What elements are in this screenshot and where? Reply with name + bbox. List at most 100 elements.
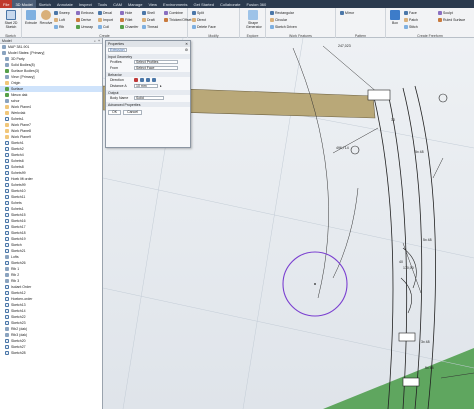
- dimension-label[interactable]: 5x 48: [423, 238, 432, 242]
- model-tree: MAP 381-901 Model States: [Primary] 3D Par…: [0, 44, 102, 356]
- direction-default-icon[interactable]: [134, 78, 138, 82]
- tree-item-icon: [5, 321, 9, 325]
- patch-button[interactable]: Patch: [404, 18, 418, 22]
- hole-icon: [120, 11, 124, 15]
- tree-item-icon: [5, 225, 9, 229]
- tree-item-icon: [5, 273, 9, 277]
- menu-tab-view[interactable]: View: [145, 2, 160, 7]
- direction-asymmetric-icon[interactable]: [152, 78, 156, 82]
- stitch-button[interactable]: Stitch: [404, 25, 418, 29]
- revolve-icon: [41, 10, 51, 20]
- menu-tab-manage[interactable]: Manage: [125, 2, 145, 7]
- draft-button[interactable]: Draft: [142, 18, 155, 22]
- face-button[interactable]: Face: [404, 11, 417, 15]
- tree-item-icon: [5, 153, 9, 157]
- circular-button[interactable]: Circular: [270, 18, 287, 22]
- import-button[interactable]: Import: [98, 18, 113, 22]
- coil-button[interactable]: Coil: [98, 25, 109, 29]
- from-select[interactable]: Select Face: [134, 66, 178, 70]
- search-icon[interactable]: ⌕: [94, 39, 96, 43]
- dimension-label[interactable]: 40: [399, 260, 403, 264]
- unwrap-icon: [76, 25, 80, 29]
- combine-icon: [164, 11, 168, 15]
- revolve-button[interactable]: Revolve: [39, 10, 53, 25]
- chamfer-button[interactable]: Chamfer: [120, 25, 138, 29]
- cancel-button[interactable]: Cancel: [123, 109, 142, 115]
- box-button[interactable]: Box: [388, 10, 402, 25]
- tree-item-icon: [5, 291, 9, 295]
- ribbon-group-sketch: Start 2D Sketch Sketch: [0, 8, 22, 38]
- menu-tab-environments[interactable]: Environments: [160, 2, 190, 7]
- tree-item-icon: [5, 285, 9, 289]
- tree-item-icon: [5, 219, 9, 223]
- sketch-driven-button[interactable]: Sketch Driven: [270, 25, 297, 29]
- dimension-label[interactable]: 3x 48: [421, 340, 430, 344]
- thread-button[interactable]: Thread: [142, 25, 158, 29]
- sweep-icon: [54, 11, 58, 15]
- shell-button[interactable]: Shell: [142, 11, 155, 15]
- ribbon-group-modify: Split Direct Delete Face Modify: [188, 8, 240, 38]
- hole-button[interactable]: Hole: [120, 11, 132, 15]
- dimension-label[interactable]: 170,00: [403, 266, 414, 270]
- split-button[interactable]: Split: [192, 11, 204, 15]
- body-name-input[interactable]: Solid: [134, 96, 164, 100]
- mirror-button[interactable]: Mirror: [340, 11, 354, 15]
- section-advanced-properties[interactable]: Advanced Properties: [106, 102, 190, 107]
- direction-symmetric-icon[interactable]: [146, 78, 150, 82]
- import-icon: [98, 18, 102, 22]
- sweep-button[interactable]: Sweep: [54, 11, 70, 15]
- tree-item-icon: [5, 165, 9, 169]
- tree-item-icon: [5, 345, 9, 349]
- emboss-button[interactable]: Emboss: [76, 11, 94, 15]
- tree-item-icon: [5, 267, 9, 271]
- menu-tab-tools[interactable]: Tools: [95, 2, 110, 7]
- unwrap-button[interactable]: Unwrap: [76, 25, 93, 29]
- split-icon: [192, 11, 196, 15]
- menu-tab-annotate[interactable]: Annotate: [54, 2, 76, 7]
- menu-tab-sketch[interactable]: Sketch: [36, 2, 54, 7]
- combine-button[interactable]: Combine: [164, 11, 183, 15]
- file-menu-button[interactable]: File: [0, 0, 13, 8]
- fillet-button[interactable]: Fillet: [120, 18, 132, 22]
- start-sketch-button[interactable]: Start 2D Sketch: [4, 10, 18, 29]
- dimension-label[interactable]: 247,023: [338, 44, 351, 48]
- menu-tab-cam[interactable]: CAM: [110, 2, 125, 7]
- extrusion-properties-panel: Properties ✕ Extrusion ⚙ Input Geometry …: [105, 40, 191, 148]
- dimension-label[interactable]: 30: [391, 118, 395, 122]
- direction-flipped-icon[interactable]: [140, 78, 144, 82]
- dimension-label[interactable]: 5x 48: [425, 366, 434, 370]
- close-icon[interactable]: ✕: [185, 42, 188, 46]
- ribbon: Start 2D Sketch Sketch Extrude Revolve S…: [0, 8, 474, 38]
- ok-button[interactable]: OK: [108, 109, 122, 115]
- tree-item[interactable]: Sketch28: [0, 350, 102, 356]
- thread-icon: [142, 25, 146, 29]
- distance-arrow-icon[interactable]: ▸: [160, 84, 162, 88]
- delete-face-button[interactable]: Delete Face: [192, 25, 216, 29]
- ruled-surface-button[interactable]: Ruled Surface: [438, 18, 465, 22]
- dimension-label[interactable]: 496,714: [336, 146, 349, 150]
- tree-item-icon: [5, 333, 9, 337]
- derive-button[interactable]: Derive: [76, 18, 91, 22]
- menu-tab-fusion-360[interactable]: Fusion 360: [243, 2, 269, 7]
- rib-button[interactable]: Rib: [54, 25, 64, 29]
- add-tab-icon[interactable]: +: [98, 39, 100, 43]
- loft-button[interactable]: Loft: [54, 18, 65, 22]
- sculpt-button[interactable]: Sculpt: [438, 11, 453, 15]
- shape-generator-button[interactable]: Shape Generator: [246, 10, 262, 29]
- gear-icon[interactable]: ⚙: [185, 48, 188, 52]
- menu-tab-inspect[interactable]: Inspect: [76, 2, 95, 7]
- tab-extrusion[interactable]: Extrusion: [108, 48, 127, 52]
- extrude-button[interactable]: Extrude: [24, 10, 38, 25]
- decal-button[interactable]: Decal: [98, 11, 112, 15]
- dimension-label[interactable]: 5x 48: [415, 150, 424, 154]
- dialog-buttons: OK Cancel: [106, 109, 190, 115]
- menu-tab-collaborate[interactable]: Collaborate: [217, 2, 243, 7]
- profiles-select[interactable]: Select Profiles: [134, 60, 178, 64]
- menu-tab-3d-model[interactable]: 3D Model: [12, 0, 36, 8]
- tree-item-icon: [5, 135, 9, 139]
- distance-input[interactable]: 10 mm: [134, 84, 158, 88]
- decal-icon: [98, 11, 102, 15]
- rectangular-button[interactable]: Rectangular: [270, 11, 294, 15]
- menu-tab-get-started[interactable]: Get Started: [191, 2, 217, 7]
- direct-button[interactable]: Direct: [192, 18, 206, 22]
